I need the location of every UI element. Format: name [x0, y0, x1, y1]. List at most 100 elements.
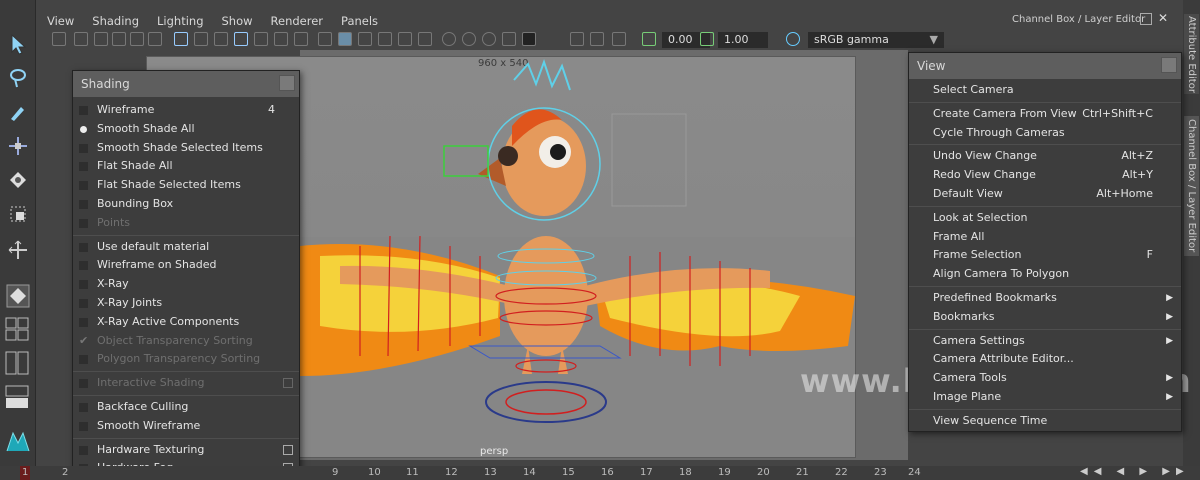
close-menu-icon[interactable]: [1161, 57, 1177, 73]
menu-item-use-default-material[interactable]: Use default material: [73, 238, 299, 257]
grid-icon[interactable]: [174, 32, 188, 46]
frame-tick: 14: [523, 467, 536, 478]
gamma-field[interactable]: 1.00: [718, 32, 768, 48]
gate-mask-icon[interactable]: [234, 32, 248, 46]
scale-tool-icon[interactable]: [4, 200, 32, 228]
menu-view[interactable]: View: [38, 14, 83, 28]
isolate-select-icon[interactable]: [570, 32, 584, 46]
menu-item-bookmarks[interactable]: Bookmarks ▶: [909, 308, 1181, 327]
default-material-icon[interactable]: [358, 32, 372, 46]
attribute-editor-tab[interactable]: Attribute Editor: [1184, 14, 1199, 94]
menu-item-xray-active-components[interactable]: X-Ray Active Components: [73, 313, 299, 332]
grease-pencil-icon[interactable]: [148, 32, 162, 46]
menu-item-camera-attribute-editor[interactable]: Camera Attribute Editor...: [909, 350, 1181, 369]
textured-icon[interactable]: [398, 32, 412, 46]
menu-item-smooth-shade-selected[interactable]: Smooth Shade Selected Items: [73, 139, 299, 158]
wireframe-icon[interactable]: [318, 32, 332, 46]
menu-item-undo-view-change[interactable]: Undo View Change Alt+Z: [909, 147, 1181, 166]
menu-item-view-sequence-time[interactable]: View Sequence Time: [909, 412, 1181, 431]
menu-renderer[interactable]: Renderer: [262, 14, 333, 28]
smooth-shade-icon[interactable]: [338, 32, 352, 46]
close-menu-icon[interactable]: [279, 75, 295, 91]
menu-item-frame-selection[interactable]: Frame Selection F: [909, 246, 1181, 265]
wireframe-on-shaded-icon[interactable]: [378, 32, 392, 46]
field-chart-icon[interactable]: [254, 32, 268, 46]
channel-box-tab[interactable]: Channel Box / Layer Editor: [1184, 116, 1199, 256]
menu-item-flat-shade-all[interactable]: Flat Shade All: [73, 157, 299, 176]
menu-item-camera-tools[interactable]: Camera Tools ▶: [909, 369, 1181, 388]
menu-item-frame-all[interactable]: Frame All: [909, 228, 1181, 247]
tool-strip: [0, 0, 36, 466]
film-gate-icon[interactable]: [194, 32, 208, 46]
character-scene[interactable]: [300, 56, 856, 460]
menu-item-xray[interactable]: X-Ray: [73, 275, 299, 294]
xray-icon[interactable]: [590, 32, 604, 46]
resolution-gate-icon[interactable]: [214, 32, 228, 46]
depth-of-field-icon[interactable]: [522, 32, 536, 46]
frame-tick: 18: [679, 467, 692, 478]
menu-item-default-view[interactable]: Default View Alt+Home: [909, 185, 1181, 204]
color-management-icon[interactable]: [786, 32, 800, 46]
image-plane-icon[interactable]: [112, 32, 126, 46]
menu-item-look-at-selection[interactable]: Look at Selection: [909, 209, 1181, 228]
menu-item-smooth-wireframe[interactable]: Smooth Wireframe: [73, 417, 299, 436]
two-view-layout-icon[interactable]: [4, 350, 30, 376]
menu-item-image-plane[interactable]: Image Plane ▶: [909, 388, 1181, 407]
camera-attributes-icon[interactable]: [74, 32, 88, 46]
frame-tick: 20: [757, 467, 770, 478]
close-panel-icon[interactable]: ✕: [1158, 11, 1168, 25]
shading-menu-title: Shading: [73, 71, 299, 97]
exposure-icon[interactable]: [642, 32, 656, 46]
outliner-layout-icon[interactable]: [4, 384, 30, 410]
rotate-tool-icon[interactable]: [4, 166, 32, 194]
menu-show[interactable]: Show: [213, 14, 262, 28]
frame-tick: 11: [406, 467, 419, 478]
menu-item-wireframe-on-shaded[interactable]: Wireframe on Shaded: [73, 256, 299, 275]
option-box-icon[interactable]: [283, 444, 293, 455]
view-transform-dropdown[interactable]: sRGB gamma ▼: [808, 32, 944, 48]
menu-item-camera-settings[interactable]: Camera Settings ▶: [909, 332, 1181, 351]
time-slider[interactable]: 1 2 9 10 11 12 13 14 15 16 17 18 19 20 2…: [0, 466, 1200, 480]
motion-blur-icon[interactable]: [482, 32, 496, 46]
menu-item-xray-joints[interactable]: X-Ray Joints: [73, 294, 299, 313]
menu-item-wireframe[interactable]: Wireframe 4: [73, 101, 299, 120]
lasso-tool-icon[interactable]: [4, 64, 32, 92]
menu-item-cycle-cameras[interactable]: Cycle Through Cameras: [909, 124, 1181, 143]
use-all-lights-icon[interactable]: [418, 32, 432, 46]
menu-item-backface-culling[interactable]: Backface Culling: [73, 398, 299, 417]
four-view-layout-icon[interactable]: [4, 316, 30, 342]
menu-item-smooth-shade-all[interactable]: Smooth Shade All: [73, 120, 299, 139]
gamma-icon[interactable]: [700, 32, 714, 46]
bookmark-icon[interactable]: [94, 32, 108, 46]
anti-aliasing-icon[interactable]: [502, 32, 516, 46]
camera-icon[interactable]: [52, 32, 66, 46]
universal-manipulator-icon[interactable]: [4, 236, 32, 264]
frame-tick: 13: [484, 467, 497, 478]
menu-item-select-camera[interactable]: Select Camera: [909, 81, 1181, 100]
select-tool-icon[interactable]: [4, 30, 32, 58]
menu-item-flat-shade-selected[interactable]: Flat Shade Selected Items: [73, 176, 299, 195]
menu-panels[interactable]: Panels: [332, 14, 387, 28]
xray-active-components-icon[interactable]: [612, 32, 626, 46]
float-panel-icon[interactable]: [1140, 13, 1152, 25]
menu-item-hardware-texturing[interactable]: Hardware Texturing: [73, 441, 299, 460]
menu-item-bounding-box[interactable]: Bounding Box: [73, 195, 299, 214]
safe-title-icon[interactable]: [294, 32, 308, 46]
menu-item-predefined-bookmarks[interactable]: Predefined Bookmarks ▶: [909, 289, 1181, 308]
safe-action-icon[interactable]: [274, 32, 288, 46]
menu-item-create-camera-from-view[interactable]: Create Camera From View Ctrl+Shift+C: [909, 105, 1181, 124]
chevron-down-icon: ▼: [929, 33, 938, 46]
menu-item-redo-view-change[interactable]: Redo View Change Alt+Y: [909, 166, 1181, 185]
maya-logo-icon: [4, 428, 32, 456]
paint-select-icon[interactable]: [4, 98, 32, 126]
submenu-arrow-icon: ▶: [1166, 391, 1173, 402]
shadows-icon[interactable]: [442, 32, 456, 46]
menu-item-align-camera-to-polygon[interactable]: Align Camera To Polygon: [909, 265, 1181, 284]
move-tool-icon[interactable]: [4, 132, 32, 160]
two-d-pan-icon[interactable]: [130, 32, 144, 46]
playback-controls[interactable]: ◀◀ ◀ ▶ ▶▶: [1080, 466, 1190, 477]
menu-lighting[interactable]: Lighting: [148, 14, 212, 28]
ambient-occlusion-icon[interactable]: [462, 32, 476, 46]
menu-shading[interactable]: Shading: [83, 14, 148, 28]
single-view-layout-icon[interactable]: [4, 282, 32, 310]
